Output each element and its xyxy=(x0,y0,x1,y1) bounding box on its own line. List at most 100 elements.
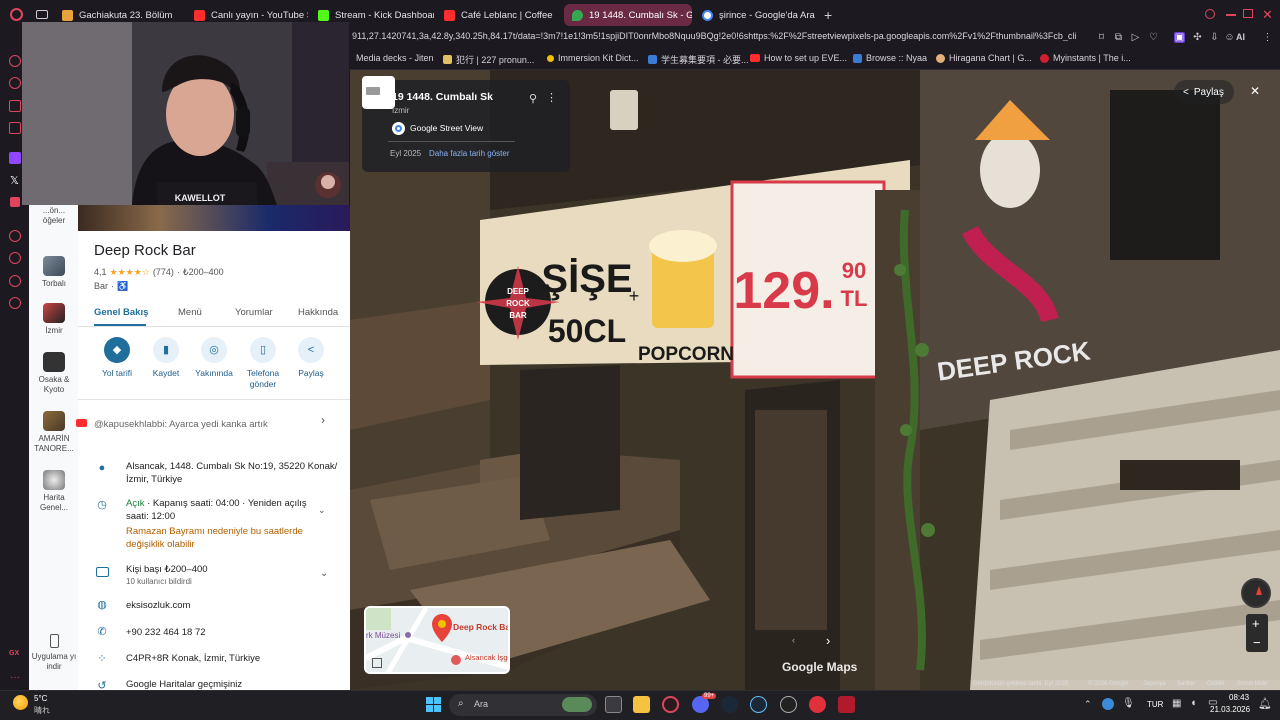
ai-button[interactable]: AI xyxy=(1236,32,1245,42)
navigate-back-arrow[interactable]: ‹ xyxy=(792,635,795,645)
sidebar-app-icon[interactable] xyxy=(9,100,21,112)
place-category[interactable]: Bar xyxy=(94,281,108,292)
input-language[interactable]: TUR xyxy=(1147,700,1163,709)
directions-button[interactable]: ◆ Yol tarifi xyxy=(92,337,142,379)
street-view-share-button[interactable]: < Paylaş xyxy=(1174,80,1234,104)
footer-link-report[interactable]: Sorun bildir xyxy=(1237,681,1267,687)
gx-icon[interactable]: GX xyxy=(9,650,19,657)
place-website[interactable]: eksisozluk.com xyxy=(126,600,190,611)
close-street-view-button[interactable]: ✕ xyxy=(1250,84,1260,98)
bookmark-item[interactable]: Browse :: Nyaa xyxy=(853,53,927,63)
tab-maps-active[interactable]: 19 1448. Cumbalı Sk - Go xyxy=(564,4,692,26)
download-icon[interactable]: ⇩ xyxy=(1209,32,1220,43)
footer-link-privacy[interactable]: Gizlilik xyxy=(1207,681,1224,687)
expand-map-icon[interactable] xyxy=(372,658,382,668)
map-pin-icon[interactable]: ⚲ xyxy=(529,92,539,105)
extensions-puzzle-icon[interactable]: ✣ xyxy=(1192,32,1203,43)
download-app-button[interactable]: Uygulama yı indir xyxy=(31,634,77,672)
file-explorer-icon[interactable] xyxy=(633,696,650,713)
tab-about[interactable]: Hakkında xyxy=(298,307,340,318)
app-icon[interactable] xyxy=(809,696,826,713)
tab-google-search[interactable]: şirince - Google'da Ara xyxy=(694,4,818,26)
app-icon[interactable] xyxy=(838,696,855,713)
place-photo-strip[interactable] xyxy=(78,205,350,231)
tray-app-icon[interactable] xyxy=(1102,698,1114,710)
sidebar-app-icon[interactable] xyxy=(9,55,21,67)
clock-time[interactable]: 08:43 xyxy=(1229,693,1249,702)
place-phone[interactable]: +90 232 464 18 72 xyxy=(126,627,206,638)
bookmark-page-icon[interactable]: ⌑ xyxy=(1096,32,1107,43)
bookmark-item[interactable]: Hiragana Chart | G... xyxy=(936,53,1032,63)
rail-item-izmir[interactable]: İzmir xyxy=(31,303,77,336)
account-icon[interactable]: ☺ xyxy=(1224,32,1235,43)
bookmark-item[interactable]: Media decks - Jiten xyxy=(356,53,434,63)
opera-gx-icon[interactable] xyxy=(662,696,679,713)
chevron-right-icon[interactable]: › xyxy=(321,413,325,427)
rail-item-harita[interactable]: Harita Genel... xyxy=(31,470,77,513)
tab-menu-icon[interactable] xyxy=(36,10,48,19)
send-icon[interactable]: ▷ xyxy=(1130,32,1141,43)
close-window-icon[interactable]: ✕ xyxy=(1262,7,1273,23)
sidebar-app-icon[interactable] xyxy=(9,77,21,89)
extension-icon[interactable]: ▣ xyxy=(1174,32,1185,43)
save-button[interactable]: ▮ Kaydet xyxy=(141,337,191,379)
sidebar-app-icon[interactable] xyxy=(9,122,21,134)
chevron-down-icon[interactable]: ⌄ xyxy=(318,505,326,516)
more-dates-link[interactable]: Daha fazla tarih göster xyxy=(429,149,510,158)
menu-more-icon[interactable]: ⋮ xyxy=(1262,32,1273,43)
plus-code[interactable]: C4PR+8R Konak, İzmir, Türkiye xyxy=(126,653,260,664)
url-input[interactable]: 911,27.1420741,3a,42.8y,340.25h,84.17t/d… xyxy=(352,31,1092,41)
rail-item-torbali[interactable]: Torbalı xyxy=(31,256,77,289)
tab-menu[interactable]: Menü xyxy=(178,307,202,318)
more-options-icon[interactable]: ⋮ xyxy=(546,91,557,104)
notifications-icon[interactable]: 🔔︎ xyxy=(1258,697,1272,710)
review-count[interactable]: (774) xyxy=(153,267,174,278)
chevron-down-icon[interactable]: ⌄ xyxy=(320,568,328,579)
steam-icon[interactable] xyxy=(721,696,738,713)
microphone-icon[interactable]: 🎙︎ xyxy=(1122,698,1135,709)
nearby-button[interactable]: ◎ Yakınında xyxy=(189,337,239,379)
bookmark-item[interactable]: Immersion Kit Dict... xyxy=(547,53,639,63)
compass-icon[interactable] xyxy=(1241,578,1271,608)
new-tab-button[interactable]: + xyxy=(824,7,832,23)
bookmark-item[interactable]: Myinstants | The i... xyxy=(1040,53,1131,63)
steam-icon[interactable] xyxy=(750,696,767,713)
send-to-phone-button[interactable]: ▯ Telefona gönder xyxy=(238,337,288,390)
sidebar-app-icon[interactable] xyxy=(9,230,21,242)
bookmark-item[interactable]: 犯行 | 227 pronun... xyxy=(443,53,534,66)
browser-logo-icon[interactable] xyxy=(10,8,23,21)
screenshot-icon[interactable]: ⧉ xyxy=(1113,32,1124,43)
tab-cafe-leblanc[interactable]: Café Leblanc | Coffee xyxy=(436,4,560,26)
sidebar-app-icon[interactable] xyxy=(9,252,21,264)
obs-icon[interactable] xyxy=(780,696,797,713)
clock-date[interactable]: 21.03.2026 xyxy=(1210,705,1250,714)
task-view-icon[interactable] xyxy=(605,696,622,713)
navigate-forward-arrow[interactable]: › xyxy=(826,633,830,648)
footer-link-terms[interactable]: Şartlar xyxy=(1177,681,1195,687)
settings-icon[interactable] xyxy=(9,297,21,309)
tray-chevron-icon[interactable]: ⌃ xyxy=(1084,699,1092,710)
minimize-icon[interactable] xyxy=(1226,14,1236,16)
rail-item-amarin[interactable]: AMARİN TANORE... xyxy=(31,411,77,454)
history-icon[interactable] xyxy=(9,275,21,287)
rail-item-osaka-kyoto[interactable]: Osaka & Kyoto xyxy=(31,352,77,395)
opening-hours[interactable]: Açık · Kapanış saati: 04:00 · Yeniden aç… xyxy=(126,497,316,523)
heart-icon[interactable]: ♡ xyxy=(1148,32,1159,43)
bookmark-item[interactable]: How to set up EVE... xyxy=(750,53,847,63)
search-tabs-icon[interactable] xyxy=(1205,9,1215,19)
zoom-in-button[interactable]: + xyxy=(1252,616,1260,631)
mini-map[interactable]: rk Müzesi Deep Rock Bar Alsancak İşgören… xyxy=(364,606,510,674)
weather-temperature[interactable]: 5°C xyxy=(34,694,47,703)
x-twitter-icon[interactable]: 𝕏 xyxy=(10,174,19,187)
footer-link-japan[interactable]: Japonya xyxy=(1143,681,1166,687)
place-address[interactable]: Alsancak, 1448. Cumbalı Sk No:19, 35220 … xyxy=(126,460,338,486)
youtube-icon[interactable] xyxy=(10,197,20,207)
windows-start-icon[interactable] xyxy=(426,697,441,712)
volume-icon[interactable]: ◖ xyxy=(1190,697,1197,709)
share-button[interactable]: < Paylaş xyxy=(286,337,336,379)
more-icon[interactable]: ··· xyxy=(10,672,20,683)
zoom-out-button[interactable]: − xyxy=(1253,635,1261,650)
maximize-icon[interactable] xyxy=(1243,9,1253,18)
twitch-icon[interactable] xyxy=(9,152,21,164)
network-icon[interactable]: ▦ xyxy=(1172,698,1181,709)
